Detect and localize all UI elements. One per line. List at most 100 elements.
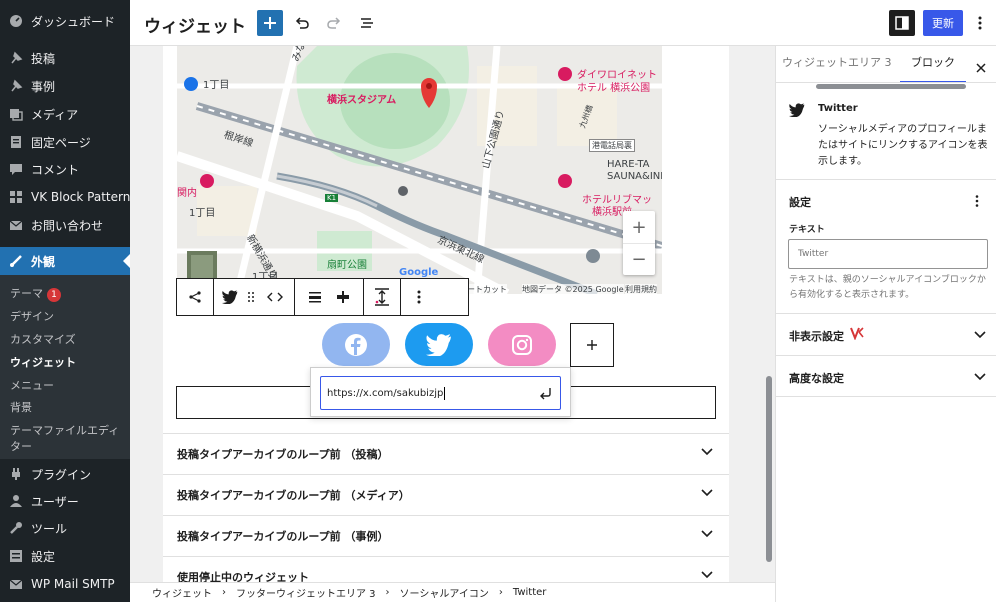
orientation-button[interactable] [329,279,357,315]
scrollbar-thumb[interactable] [766,376,772,562]
text-field-help: テキストは、親のソーシャルアイコンブロックから有効化すると表示されます。 [789,275,986,300]
facebook-social-link[interactable] [322,323,390,366]
hidden-settings-panel[interactable]: 非表示設定 [776,313,996,355]
chevron-down-icon [974,373,986,381]
map-attribution-shortcuts[interactable]: ートカット [467,284,507,294]
widget-area-accordion[interactable]: 投稿タイプアーカイブのループ前 （事例） [163,515,729,555]
widget-area-accordion[interactable]: 投稿タイプアーカイブのループ前 （メディア） [163,474,729,514]
dashboard-icon [9,14,23,28]
submenu-item-menus[interactable]: メニュー [10,377,54,393]
menu-item-wp-mail-smtp[interactable]: WP Mail SMTP [0,570,130,598]
media-icon [9,107,23,121]
menu-item-posts[interactable]: 投稿 [0,44,130,72]
menu-item-settings[interactable]: 設定 [0,542,130,570]
submenu-item-design[interactable]: デザイン [10,308,54,324]
menu-item-tools[interactable]: ツール [0,514,130,542]
menu-item-users[interactable]: ユーザー [0,487,130,515]
page-icon [9,135,23,149]
vertical-align-button[interactable] [368,279,396,315]
widget-area-accordion[interactable]: 使用停止中のウィジェット [163,556,729,582]
menu-item-vk-block-patterns[interactable]: VK Block Patterns [0,183,137,211]
menu-item-appearance[interactable]: 外観 [0,247,130,275]
settings-options-button[interactable] [975,192,979,211]
menu-item-cases[interactable]: 事例 [0,72,130,100]
update-button[interactable]: 更新 [923,10,963,36]
instagram-social-link[interactable] [488,323,556,366]
block-toolbar [176,278,469,316]
settings-icon [9,549,23,563]
menu-item-media[interactable]: メディア [0,100,130,128]
map-terms-link[interactable]: 利用規約 [625,284,657,294]
undo-button[interactable] [289,10,315,36]
share-icon [189,291,201,303]
text-field[interactable] [788,239,988,269]
close-inspector-button[interactable] [976,58,986,77]
settings-toggle-button[interactable] [889,10,915,36]
more-options-button[interactable] [970,10,990,36]
submenu-item-theme-file-editor[interactable]: テーマファイルエディ ター [10,422,119,454]
tab-block[interactable]: ブロック [900,54,966,83]
appearance-icon [9,254,23,268]
app-window: ダッシュボード 投稿 事例 メディア 固定ページ コメント VK Block P… [0,0,996,602]
panel-title: 高度な設定 [789,372,844,385]
accordion-title: 投稿タイプアーカイブのループ前 （事例） [177,529,389,543]
comment-icon [9,162,23,176]
wrench-icon [9,521,23,535]
menu-item-pages[interactable]: 固定ページ [0,128,130,156]
vk-logo-icon [850,327,864,340]
apply-link-button[interactable] [538,386,552,403]
tab-divider [776,82,996,83]
zoom-in-button[interactable]: + [623,211,655,243]
submenu-item-background[interactable]: 背景 [10,399,32,415]
tab-widget-area[interactable]: ウィジェットエリア 3 [782,54,892,70]
map-label-route: K1 [325,194,339,202]
canvas-scrollbar[interactable] [763,46,775,582]
zoom-out-button[interactable]: − [623,243,655,275]
submenu-label: テーマファイルエディ [10,424,120,437]
submenu-item-widgets[interactable]: ウィジェット [10,354,76,370]
select-parent-button[interactable] [177,279,213,315]
settings-title: 設定 [789,196,811,209]
advanced-panel[interactable]: 高度な設定 [776,355,996,397]
breadcrumb-item[interactable]: フッターウィジェットエリア 3 [236,585,376,600]
submenu-item-customize[interactable]: カスタマイズ [10,331,76,347]
plus-icon [264,17,276,29]
menu-item-dashboard[interactable]: ダッシュボード [0,7,130,35]
widget-area-accordion[interactable]: 投稿タイプアーカイブのループ前 （投稿） [163,433,729,473]
twitter-icon [426,333,451,356]
move-button[interactable] [260,279,290,315]
menu-item-contact[interactable]: お問い合わせ [0,211,130,239]
map-label-chome1: 1丁目 [203,80,230,91]
drag-icon [248,292,254,302]
breadcrumb-item[interactable]: ウィジェット [152,585,212,600]
block-card-icon [789,102,805,121]
drag-handle[interactable] [242,279,260,315]
menu-label: 事例 [31,79,56,94]
twitter-icon [789,103,805,118]
map-embed[interactable]: 横浜スタジアム みなと大通り 山下公園通り 新横浜通り 京浜東北線 ダイワロイネ… [177,46,662,294]
url-input[interactable]: https://x.com/sakubizjp [320,376,561,410]
kebab-icon [975,195,979,207]
justify-button[interactable] [301,279,329,315]
menu-item-comments[interactable]: コメント [0,155,130,183]
kebab-icon [978,16,982,30]
chevron-down-icon [701,448,713,456]
add-block-button[interactable] [257,10,283,36]
redo-button[interactable] [321,10,347,36]
submenu-item-themes[interactable]: テーマ 1 [10,285,61,302]
block-options-button[interactable] [401,279,437,315]
add-social-icon-button[interactable] [570,323,614,367]
twitter-social-link[interactable] [405,323,473,366]
toolbar-group-align [295,279,364,315]
breadcrumb-item[interactable]: ソーシャルアイコン [400,585,489,600]
menu-label: 投稿 [31,51,56,66]
menu-label: 外観 [31,254,56,269]
block-type-button[interactable] [218,279,242,315]
menu-item-plugins[interactable]: プラグイン [0,460,130,488]
horizontal-scroll-indicator[interactable] [816,84,966,89]
map-label-park: 扇町公園 [327,260,367,271]
accordion-title: 投稿タイプアーカイブのループ前 （投稿） [177,447,389,461]
list-view-button[interactable] [354,10,380,36]
code-icon [267,292,283,302]
toolbar-group-parent [177,279,214,315]
